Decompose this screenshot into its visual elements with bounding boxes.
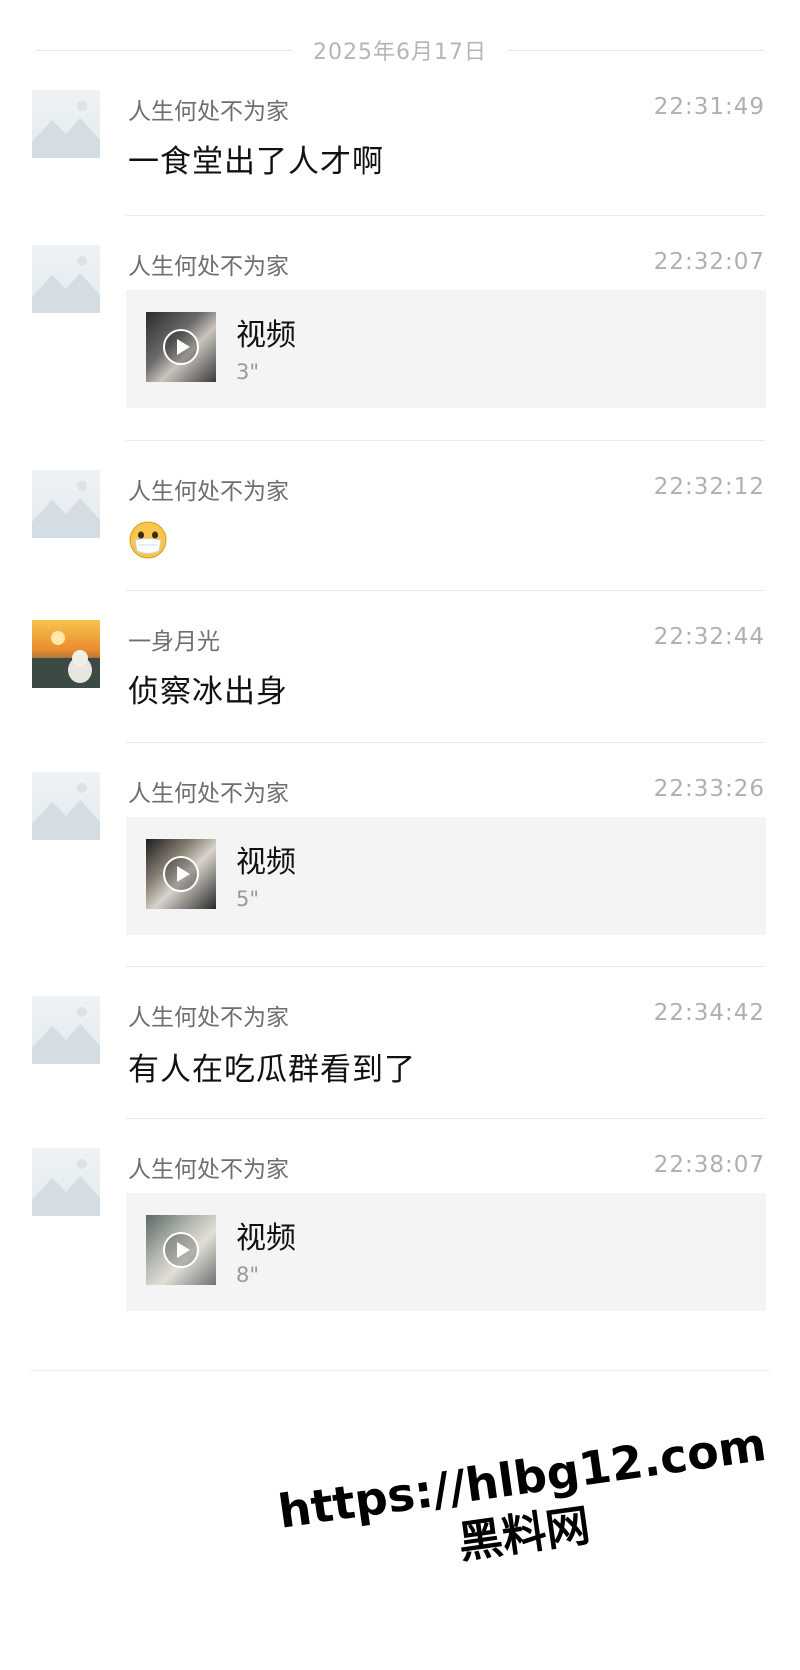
play-icon — [163, 856, 199, 892]
video-message-card[interactable]: 视频 3" — [126, 290, 766, 408]
video-thumbnail[interactable] — [146, 312, 216, 382]
date-label: 2025年6月17日 — [313, 40, 487, 65]
sender-name[interactable]: 人生何处不为家 — [128, 998, 289, 1032]
message-separator — [126, 215, 765, 216]
list-end-divider — [30, 1370, 770, 1371]
video-title: 视频 — [236, 845, 296, 880]
video-duration: 5" — [236, 887, 260, 911]
message-separator — [126, 440, 765, 441]
avatar-placeholder-icon[interactable] — [32, 90, 100, 158]
sender-name[interactable]: 人生何处不为家 — [128, 92, 289, 126]
message-time: 22:31:49 — [653, 94, 765, 120]
video-title: 视频 — [236, 1221, 296, 1256]
avatar-placeholder-icon[interactable] — [32, 772, 100, 840]
message-separator — [126, 966, 765, 967]
message-separator — [126, 1118, 765, 1119]
message-text[interactable]: 一食堂出了人才啊 — [128, 136, 384, 181]
message-separator — [126, 590, 765, 591]
message-time: 22:38:07 — [653, 1152, 765, 1178]
sender-name[interactable]: 一身月光 — [128, 622, 220, 656]
face-with-mask-emoji-icon[interactable] — [128, 520, 168, 560]
play-icon — [163, 329, 199, 365]
sender-name[interactable]: 人生何处不为家 — [128, 247, 289, 281]
message-time: 22:32:44 — [653, 624, 765, 650]
message-time: 22:33:26 — [653, 776, 765, 802]
play-icon — [163, 1232, 199, 1268]
video-message-card[interactable]: 视频 8" — [126, 1193, 766, 1311]
sender-name[interactable]: 人生何处不为家 — [128, 472, 289, 506]
message-time: 22:32:07 — [653, 249, 765, 275]
divider-line-left — [35, 49, 294, 51]
avatar-placeholder-icon[interactable] — [32, 1148, 100, 1216]
avatar-placeholder-icon[interactable] — [32, 470, 100, 538]
video-message-card[interactable]: 视频 5" — [126, 817, 766, 935]
sender-name[interactable]: 人生何处不为家 — [128, 774, 289, 808]
video-duration: 3" — [236, 360, 260, 384]
message-separator — [126, 742, 765, 743]
watermark: https://hlbg12.com 黑料网 — [275, 1417, 775, 1662]
message-time: 22:32:12 — [653, 474, 765, 500]
message-time: 22:34:42 — [653, 1000, 765, 1026]
date-divider: 2025年6月17日 — [35, 30, 766, 70]
avatar-placeholder-icon[interactable] — [32, 245, 100, 313]
avatar-photo[interactable] — [32, 620, 100, 688]
video-thumbnail[interactable] — [146, 1215, 216, 1285]
divider-line-right — [507, 49, 766, 51]
message-text[interactable]: 有人在吃瓜群看到了 — [128, 1044, 416, 1089]
message-text[interactable]: 侦察冰出身 — [128, 666, 288, 711]
video-duration: 8" — [236, 1263, 260, 1287]
avatar-placeholder-icon[interactable] — [32, 996, 100, 1064]
sender-name[interactable]: 人生何处不为家 — [128, 1150, 289, 1184]
video-title: 视频 — [236, 318, 296, 353]
video-thumbnail[interactable] — [146, 839, 216, 909]
